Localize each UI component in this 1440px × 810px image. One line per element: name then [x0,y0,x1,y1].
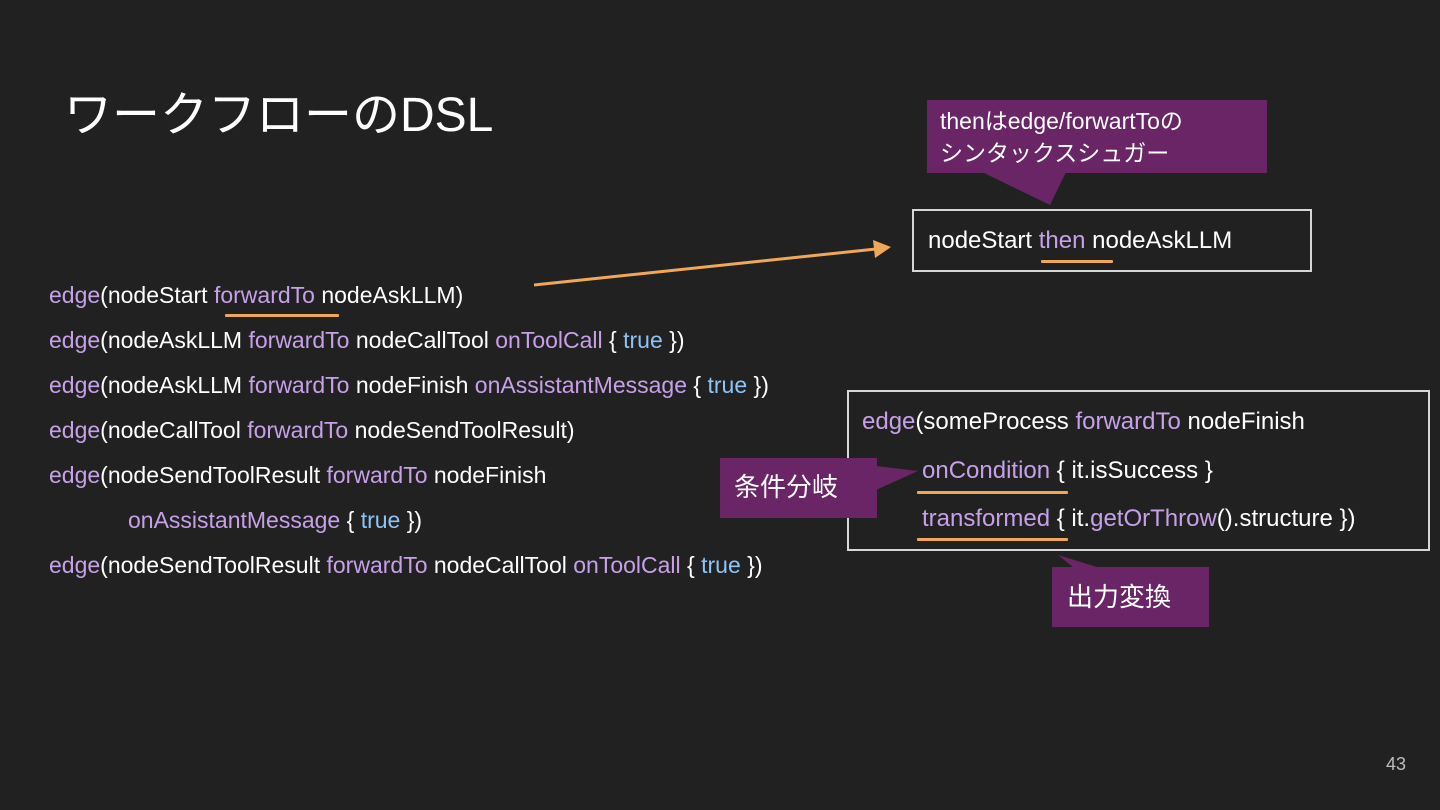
code-token: forwardTo [248,327,350,353]
code-token: }) [400,507,423,533]
code-token: forwardTo [213,282,315,308]
slide-title: ワークフローのDSL [64,89,494,142]
code-token: { it.isSuccess } [1050,457,1213,484]
code-token: onCondition [922,457,1051,484]
code-token: (nodeCallTool [100,417,248,443]
edge-box-line: edge(someProcess forwardTo nodeFinish [862,408,1305,436]
then-example-code: nodeStart then nodeAskLLM [928,227,1232,255]
code-token: nodeFinish [1180,408,1305,435]
code-token: nodeCallTool [349,327,496,353]
code-token: edge [862,408,916,435]
code-token: onAssistantMessage [128,507,341,533]
code-token: (nodeAskLLM [100,327,249,353]
then-sugar-callout: thenはedge/forwartToの シンタックスシュガー [927,100,1267,173]
edge-box-line: onCondition { it.isSuccess } [922,457,1213,485]
code-token: edge [49,417,101,443]
condition-branch-label: 条件分岐 [734,472,839,502]
oncondition-underline [917,491,1068,494]
arrow-line [533,247,877,287]
arrow-head [873,240,891,258]
code-token: { it. [1050,505,1091,532]
code-token: { [602,327,624,353]
code-token: (nodeStart [100,282,214,308]
code-token: true [623,327,663,353]
code-token: (nodeAskLLM [100,372,249,398]
code-line: edge(nodeAskLLM forwardTo nodeCallTool o… [49,326,684,354]
code-line: edge(nodeAskLLM forwardTo nodeFinish onA… [49,371,769,399]
code-token: }) [747,372,769,398]
edge-box-line: transformed { it.getOrThrow().structure … [922,505,1356,533]
code-token: onToolCall [495,327,603,353]
edge-example-box: edge(someProcess forwardTo nodeFinish on… [847,390,1430,551]
code-token: then [1038,227,1086,254]
code-token: { [687,372,708,398]
then-callout-tail [982,172,1066,205]
code-token: forwardTo [248,372,350,398]
code-line: edge(nodeStart forwardTo nodeAskLLM) [49,281,463,309]
code-token: { [680,552,702,578]
code-token: nodeSendToolResult) [348,417,575,443]
code-token: (nodeSendToolResult [100,552,327,578]
code-token: forwardTo [326,462,428,488]
code-token: nodeStart [928,227,1039,254]
code-token: true [701,552,741,578]
code-token: }) [662,327,685,353]
page-number: 43 [1385,754,1406,774]
code-token: nodeAskLLM) [314,282,464,308]
code-token: }) [740,552,763,578]
code-line: edge(nodeCallTool forwardTo nodeSendTool… [49,416,575,444]
forwardto-underline [225,314,339,317]
output-transform-label: 出力変換 [1067,582,1172,612]
code-token: onAssistantMessage [474,372,688,398]
code-token: forwardTo [326,552,428,578]
output-transform-callout: 出力変換 [1052,567,1209,627]
then-sugar-line2: シンタックスシュガー [940,140,1170,166]
then-sugar-line1: thenはedge/forwartToの [940,108,1183,134]
transformed-underline [917,538,1068,541]
code-token: onToolCall [573,552,681,578]
code-token: nodeFinish [349,372,475,398]
code-token: edge [49,462,101,488]
code-token: edge [49,552,101,578]
code-token: true [707,372,748,398]
code-line: onAssistantMessage { true }) [128,506,422,534]
code-token: edge [49,372,101,398]
code-token: edge [49,327,101,353]
code-token: ().structure }) [1216,505,1356,532]
code-token: nodeAskLLM [1085,227,1233,254]
code-token: (nodeSendToolResult [100,462,327,488]
code-token: nodeFinish [427,462,547,488]
code-token: (someProcess [915,408,1076,435]
code-line: edge(nodeSendToolResult forwardTo nodeFi… [49,461,546,489]
code-token: forwardTo [247,417,349,443]
code-token: true [360,507,401,533]
code-token: forwardTo [1075,408,1181,435]
code-token: nodeCallTool [427,552,574,578]
code-line: edge(nodeSendToolResult forwardTo nodeCa… [49,551,763,579]
then-underline [1041,260,1113,263]
code-token: getOrThrow [1090,505,1217,532]
code-token: transformed [922,505,1051,532]
condition-branch-callout: 条件分岐 [720,458,877,518]
code-token: { [340,507,361,533]
code-token: edge [49,282,101,308]
